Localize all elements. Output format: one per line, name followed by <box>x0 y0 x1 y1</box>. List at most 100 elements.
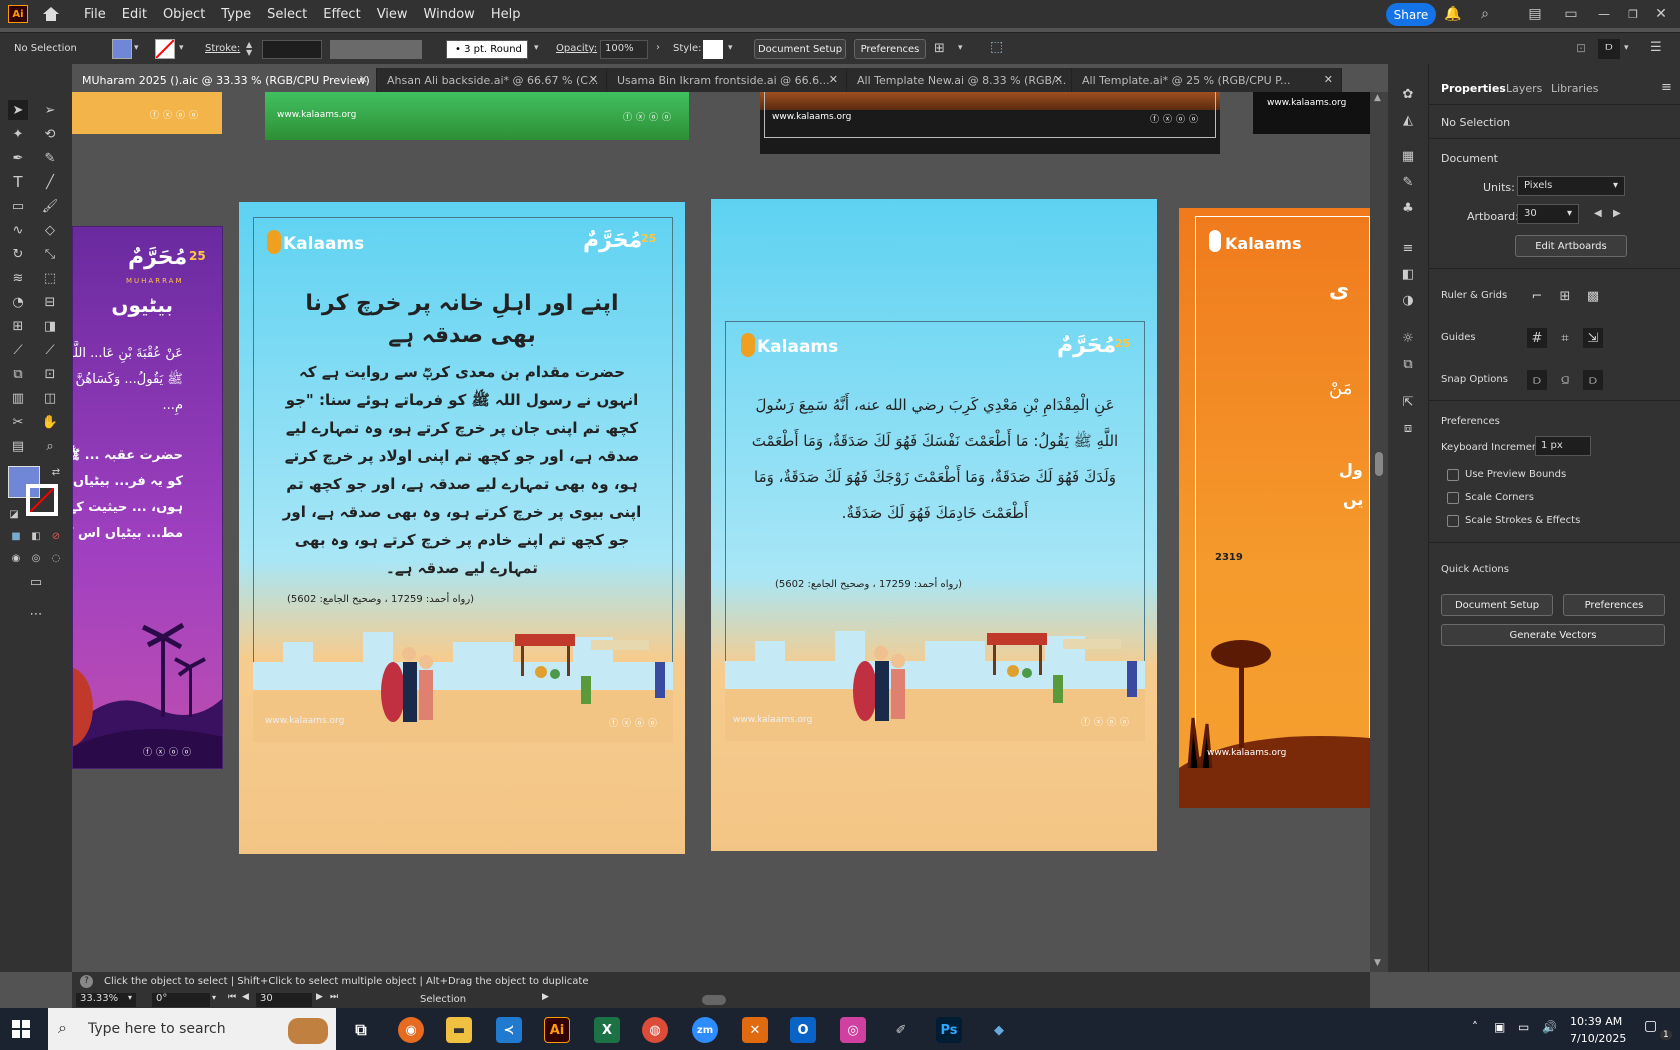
grid-icon[interactable]: ⊞ <box>1555 286 1575 306</box>
keyboard-increment-input[interactable]: 1 px <box>1535 436 1591 456</box>
gradient-tool-icon[interactable]: ◨ <box>40 316 60 336</box>
excel-icon[interactable]: X <box>594 1017 620 1043</box>
rotation-select[interactable]: 0° <box>152 993 210 1007</box>
free-transform-icon[interactable]: ⬚ <box>40 268 60 288</box>
scale-corners-checkbox[interactable] <box>1447 492 1459 504</box>
lock-guides-icon[interactable]: ⌗ <box>1555 328 1575 348</box>
outlook-icon[interactable]: O <box>790 1017 816 1043</box>
task-view-icon[interactable]: ⧉ <box>348 1017 374 1043</box>
chevron-down-icon[interactable]: ▾ <box>179 43 184 53</box>
scroll-up-icon[interactable]: ▲ <box>1374 93 1381 103</box>
artboard-purple[interactable]: مُحَرَّمٌ 25 MUHARRAM بیٹیوں عَنْ عُقْبَ… <box>72 226 223 769</box>
edit-artboards-button[interactable]: Edit Artboards <box>1515 235 1627 257</box>
menu-help[interactable]: Help <box>483 7 529 22</box>
vertical-scrollbar[interactable]: ▲ ▼ <box>1370 92 1388 972</box>
chevron-down-icon[interactable]: ▾ <box>534 43 539 53</box>
measure-icon[interactable]: ⟋ <box>40 340 60 360</box>
smart-guides-icon[interactable]: ⇲ <box>1583 328 1603 348</box>
firefox-icon[interactable]: ◉ <box>398 1017 424 1043</box>
vscode-icon[interactable]: ≺ <box>496 1017 522 1043</box>
shape-builder-icon[interactable]: ◔ <box>8 292 28 312</box>
document-setup-panel-button[interactable]: Document Setup <box>1441 594 1553 616</box>
rulers-icon[interactable]: ⌐ <box>1527 286 1547 306</box>
prev-artboard-icon[interactable]: ◀ <box>1594 208 1602 219</box>
artboard-orange[interactable]: Kalaams ی مَنْ ول یں 2319 www.kalaams.or… <box>1179 208 1370 808</box>
graph-tool-icon[interactable]: ▥ <box>8 388 28 408</box>
canvas[interactable]: ⓕⓧⓞⓞ www.kalaams.org ⓕⓧⓞⓞ www.kalaams.or… <box>72 92 1370 972</box>
gradient-panel-icon[interactable]: ◧ <box>1398 264 1418 284</box>
next-artboard-icon[interactable]: ▶ <box>1613 208 1621 219</box>
first-artboard-icon[interactable]: ⏮ <box>228 992 236 1002</box>
draw-normal-icon[interactable]: ◉ <box>6 548 26 568</box>
status-menu-icon[interactable]: ▶ <box>542 992 549 1002</box>
variable-width-profile[interactable] <box>330 40 422 59</box>
snap-pixel-icon[interactable]: ⫑ <box>1555 370 1575 390</box>
minimize-icon[interactable]: — <box>1595 5 1613 23</box>
menu-edit[interactable]: Edit <box>114 7 155 22</box>
rectangle-tool-icon[interactable]: ▭ <box>8 196 28 216</box>
paintbrush-icon[interactable]: 🖌 <box>40 196 60 216</box>
menu-select[interactable]: Select <box>259 7 315 22</box>
artboard-top-3[interactable]: www.kalaams.org ⓕⓧⓞⓞ <box>760 92 1220 154</box>
scale-tool-icon[interactable]: ⤡ <box>40 244 60 264</box>
fill-swatch[interactable] <box>112 39 132 59</box>
photoshop-icon[interactable]: Ps <box>936 1017 962 1043</box>
image-trace-icon[interactable]: ◭ <box>1398 110 1418 130</box>
artboard-top-2[interactable]: www.kalaams.org ⓕⓧⓞⓞ <box>265 92 689 140</box>
selection-tool-icon[interactable]: ➤ <box>8 100 28 120</box>
tab-libraries[interactable]: Libraries <box>1551 82 1599 95</box>
tab-layers[interactable]: Layers <box>1506 82 1542 95</box>
live-paint-icon[interactable]: ⊟ <box>40 292 60 312</box>
file-explorer-icon[interactable]: ▬ <box>446 1017 472 1043</box>
chevron-down-icon[interactable]: ▾ <box>212 993 216 1002</box>
zoom-select[interactable]: 33.33% <box>76 993 136 1007</box>
search-icon[interactable]: ⌕ <box>1476 5 1494 23</box>
panel-menu-icon[interactable]: ☰ <box>1650 40 1662 55</box>
units-select[interactable]: Pixels ▾ <box>1517 176 1625 196</box>
artboard-tool-icon[interactable]: ⊡ <box>40 364 60 384</box>
curvature-tool-icon[interactable]: ✎ <box>40 148 60 168</box>
illustrator-taskbar-icon[interactable]: Ai <box>544 1017 570 1043</box>
chevron-down-icon[interactable]: ▾ <box>728 43 733 53</box>
preferences-button[interactable]: Preferences <box>854 39 926 59</box>
appearance-icon[interactable]: ☼ <box>1398 328 1418 348</box>
menu-window[interactable]: Window <box>416 7 483 22</box>
share-button[interactable]: Share <box>1386 3 1436 26</box>
artboard-right-hadith[interactable]: Kalaams مُحَرَّمٌ 25 عَنِ الْمِقْدَامِ ب… <box>711 199 1157 851</box>
tray-chevron-icon[interactable]: ˄ <box>1472 1020 1478 1034</box>
artboard-top-1[interactable]: ⓕⓧⓞⓞ <box>72 92 222 134</box>
menu-effect[interactable]: Effect <box>315 7 368 22</box>
eyedropper-icon[interactable]: ⟋ <box>8 340 28 360</box>
artboards-panel-icon[interactable]: ⧈ <box>1398 418 1418 438</box>
windows-start-icon[interactable] <box>12 1020 30 1038</box>
stroke-panel-icon[interactable]: ≡ <box>1398 238 1418 258</box>
chevron-down-icon[interactable]: ▾ <box>1624 43 1629 53</box>
recolor-icon[interactable]: ⬚ <box>990 39 1003 55</box>
recolor-panel-icon[interactable]: ✿ <box>1398 84 1418 104</box>
use-preview-bounds-checkbox[interactable] <box>1447 469 1459 481</box>
magic-wand-icon[interactable]: ✦ <box>8 124 28 144</box>
graphic-styles-icon[interactable]: ⧉ <box>1398 354 1418 374</box>
brush-definition[interactable]: • 3 pt. Round <box>446 40 528 59</box>
align-icon[interactable]: ⊞ <box>934 41 945 56</box>
chevron-right-icon[interactable]: › <box>656 42 660 53</box>
hand-tool-icon[interactable]: ✋ <box>40 412 60 432</box>
tab-ahsan[interactable]: Ahsan Ali backside.ai* @ 66.67 % (C... ✕ <box>377 68 607 92</box>
stepper-icon[interactable]: ▲ ▼ <box>246 41 252 57</box>
volume-icon[interactable]: 🔊 <box>1542 1020 1557 1034</box>
stroke-color-swatch[interactable] <box>26 484 58 516</box>
print-tiling-icon[interactable]: ▤ <box>8 436 28 456</box>
swap-colors-icon[interactable]: ⇄ <box>46 462 66 482</box>
tab-usama[interactable]: Usama Bin Ikram frontside.ai @ 66.6... ✕ <box>607 68 847 92</box>
network-icon[interactable]: ▭ <box>1518 1020 1529 1034</box>
gradient-mode-icon[interactable]: ◧ <box>26 526 46 546</box>
tray-app-icon[interactable]: ▣ <box>1494 1020 1505 1034</box>
stroke-label[interactable]: Stroke: <box>205 43 240 54</box>
close-icon[interactable]: ✕ <box>829 73 838 86</box>
next-artboard-icon[interactable]: ▶ <box>316 992 323 1002</box>
symbol-sprayer-icon[interactable]: ⧉ <box>8 364 28 384</box>
zoom-tool-icon[interactable]: ⌕ <box>40 436 60 456</box>
style-swatch[interactable] <box>703 40 723 59</box>
opacity-input[interactable]: 100% <box>600 40 648 59</box>
show-guides-icon[interactable]: # <box>1527 328 1547 348</box>
